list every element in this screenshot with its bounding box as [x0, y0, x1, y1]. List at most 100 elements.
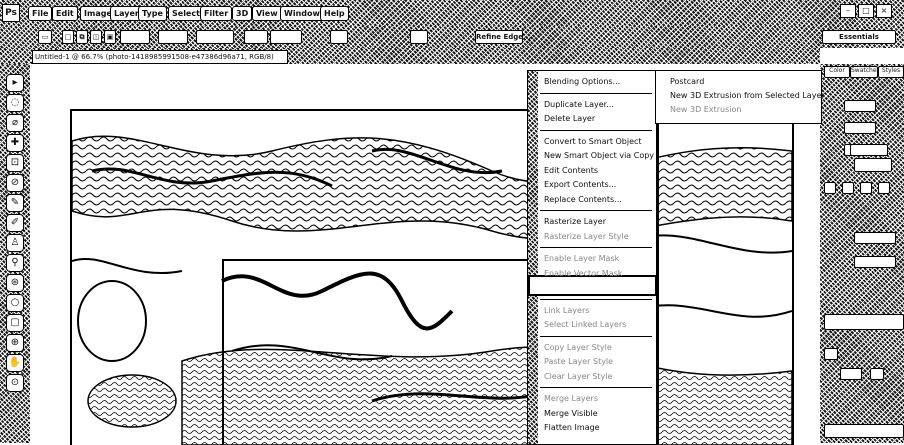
photoshop-logo: Ps [2, 4, 20, 22]
subtract-selection-icon[interactable]: ◫ [90, 30, 102, 44]
close-button[interactable]: × [876, 4, 892, 18]
color-swatch[interactable] [854, 158, 892, 172]
submenu-item-postcard[interactable]: Postcard [670, 77, 704, 87]
layers-panel-header [824, 314, 904, 330]
menu-item-merge-layers[interactable]: Merge Layers [544, 394, 598, 404]
tool-preset-icon[interactable]: ▭ [38, 30, 52, 44]
menu-item-edit-contents[interactable]: Edit Contents [544, 166, 598, 176]
menu-item-copy-layer-style[interactable]: Copy Layer Style [544, 343, 612, 353]
slider-g[interactable] [844, 122, 876, 134]
height-field[interactable] [410, 30, 428, 44]
healing-tool-icon[interactable]: ✎ [6, 194, 24, 212]
menu-separator [540, 298, 652, 300]
brush-tool-icon[interactable]: ✐ [6, 214, 24, 232]
panel-tab-color[interactable]: Color [824, 66, 850, 78]
menu-file[interactable]: File [28, 6, 53, 21]
adjust-icon-4[interactable] [878, 182, 890, 194]
menu-help[interactable]: Help [320, 6, 349, 21]
menu-select[interactable]: Select [168, 6, 204, 21]
maximize-button[interactable]: □ [858, 4, 874, 18]
add-selection-icon[interactable]: ⧉ [76, 30, 88, 44]
menu-filter[interactable]: Filter [200, 6, 233, 21]
layers-panel-footer [824, 424, 904, 438]
menu-item-blending-options[interactable]: Blending Options... [544, 77, 620, 87]
menu-item-export-contents[interactable]: Export Contents... [544, 180, 616, 190]
feather-input[interactable] [158, 30, 188, 44]
pen-tool-icon[interactable]: ✋ [6, 354, 24, 372]
menu-3d[interactable]: 3D [232, 6, 253, 21]
menu-item-enable-layer-mask[interactable]: Enable Layer Mask [544, 254, 619, 264]
menu-item-paste-layer-style[interactable]: Paste Layer Style [544, 357, 613, 367]
eyedropper-tool-icon[interactable]: ⊘ [6, 174, 24, 192]
menu-item-link-layers[interactable]: Link Layers [544, 306, 589, 316]
menu-item-merge-visible[interactable]: Merge Visible [544, 409, 598, 419]
3d-submenu: Postcard New 3D Extrusion from Selected L… [655, 70, 825, 124]
dodge-tool-icon[interactable]: ⊕ [6, 334, 24, 352]
menu-edit[interactable]: Edit [52, 6, 78, 21]
right-panel: Color Swatches Styles [820, 64, 904, 443]
crop-tool-icon[interactable]: ⊡ [6, 154, 24, 172]
layer-thumbnail[interactable] [840, 368, 862, 380]
layer-eye-icon[interactable] [824, 348, 838, 360]
marquee-tool-icon[interactable]: ◌ [6, 94, 24, 112]
style-select[interactable] [270, 30, 302, 44]
history-tool-icon[interactable]: ⚲ [6, 254, 24, 272]
menu-gutter [528, 71, 538, 444]
width-field[interactable] [330, 30, 348, 44]
intersect-selection-icon[interactable]: ▣ [104, 30, 116, 44]
menu-bar: Ps File Edit Image Layer Type Select Filter 3D V… [0, 0, 904, 26]
opacity-field[interactable] [854, 232, 896, 244]
menu-item-new-smart-object-via-copy[interactable]: New Smart Object via Copy [544, 151, 654, 161]
menu-item-flatten-image[interactable]: Flatten Image [544, 423, 600, 433]
menu-type[interactable]: Type [138, 6, 167, 21]
gradient-tool-icon[interactable]: ○ [6, 294, 24, 312]
eraser-tool-icon[interactable]: ⊛ [6, 274, 24, 292]
menu-item-clear-layer-style[interactable]: Clear Layer Style [544, 372, 612, 382]
menu-item-select-linked-layers[interactable]: Select Linked Layers [544, 320, 626, 330]
value-field[interactable] [850, 144, 888, 156]
adjust-icon-2[interactable] [842, 182, 854, 194]
menu-item-replace-contents[interactable]: Replace Contents... [544, 195, 622, 205]
feather-field[interactable] [120, 30, 150, 44]
document-tab[interactable]: Untitled-1 @ 66.7% (photo-1418985991508-… [32, 50, 288, 64]
menu-separator [540, 247, 652, 248]
toolbox: ▸ ◌ ⌀ ✚ ⊡ ⊘ ✎ ✐ ♙ ⚲ ⊛ ○ ▢ ⊕ ✋ ⊙ [0, 64, 30, 443]
panel-tab-styles[interactable]: Styles [878, 66, 904, 78]
refine-edge-button[interactable]: Refine Edge... [475, 30, 531, 44]
anti-alias-checkbox[interactable] [196, 30, 234, 44]
workspace-select[interactable]: Essentials [822, 30, 896, 44]
menu-separator [540, 387, 652, 388]
menu-item-rasterize-layer-style[interactable]: Rasterize Layer Style [544, 232, 629, 242]
layer-link-icon[interactable] [870, 368, 884, 380]
submenu-item-new-3d-extrusion-from-selected-layer[interactable]: New 3D Extrusion from Selected Layer [670, 91, 825, 101]
submenu-item-new-3d-extrusion[interactable]: New 3D Extrusion [670, 105, 741, 115]
document-canvas[interactable] [70, 109, 794, 445]
menu-separator [540, 129, 652, 131]
menu-window[interactable]: Window [280, 6, 324, 21]
menu-separator [540, 210, 652, 211]
menu-item-enable-vector-mask[interactable]: Enable Vector Mask [544, 269, 622, 279]
menu-item-duplicate-layer[interactable]: Duplicate Layer... [544, 100, 614, 110]
style-label [244, 30, 268, 44]
document-tab-bar: Untitled-1 @ 66.7% (photo-1418985991508-… [0, 48, 820, 64]
lasso-tool-icon[interactable]: ⌀ [6, 114, 24, 132]
menu-item-rasterize-layer[interactable]: Rasterize Layer [544, 217, 606, 227]
menu-separator [540, 335, 652, 337]
adjust-icon-1[interactable] [824, 182, 836, 194]
new-selection-icon[interactable]: □ [62, 30, 74, 44]
type-tool-icon[interactable]: ⊙ [6, 374, 24, 392]
menu-item-delete-layer[interactable]: Delete Layer [544, 114, 595, 124]
move-tool-icon[interactable]: ▸ [6, 74, 24, 92]
panel-tab-swatches[interactable]: Swatches [850, 66, 880, 78]
menu-view[interactable]: View [252, 6, 282, 21]
options-bar: ▭ □ ⧉ ◫ ▣ Refine Edge... Essentials [0, 26, 904, 48]
quick-select-tool-icon[interactable]: ✚ [6, 134, 24, 152]
menu-item-convert-to-smart-object[interactable]: Convert to Smart Object [544, 137, 642, 147]
slider-r[interactable] [844, 100, 876, 112]
menu-separator [540, 92, 652, 94]
stamp-tool-icon[interactable]: ♙ [6, 234, 24, 252]
adjust-icon-3[interactable] [860, 182, 872, 194]
blur-tool-icon[interactable]: ▢ [6, 314, 24, 332]
fill-field[interactable] [854, 256, 896, 268]
minimize-button[interactable]: – [840, 4, 856, 18]
